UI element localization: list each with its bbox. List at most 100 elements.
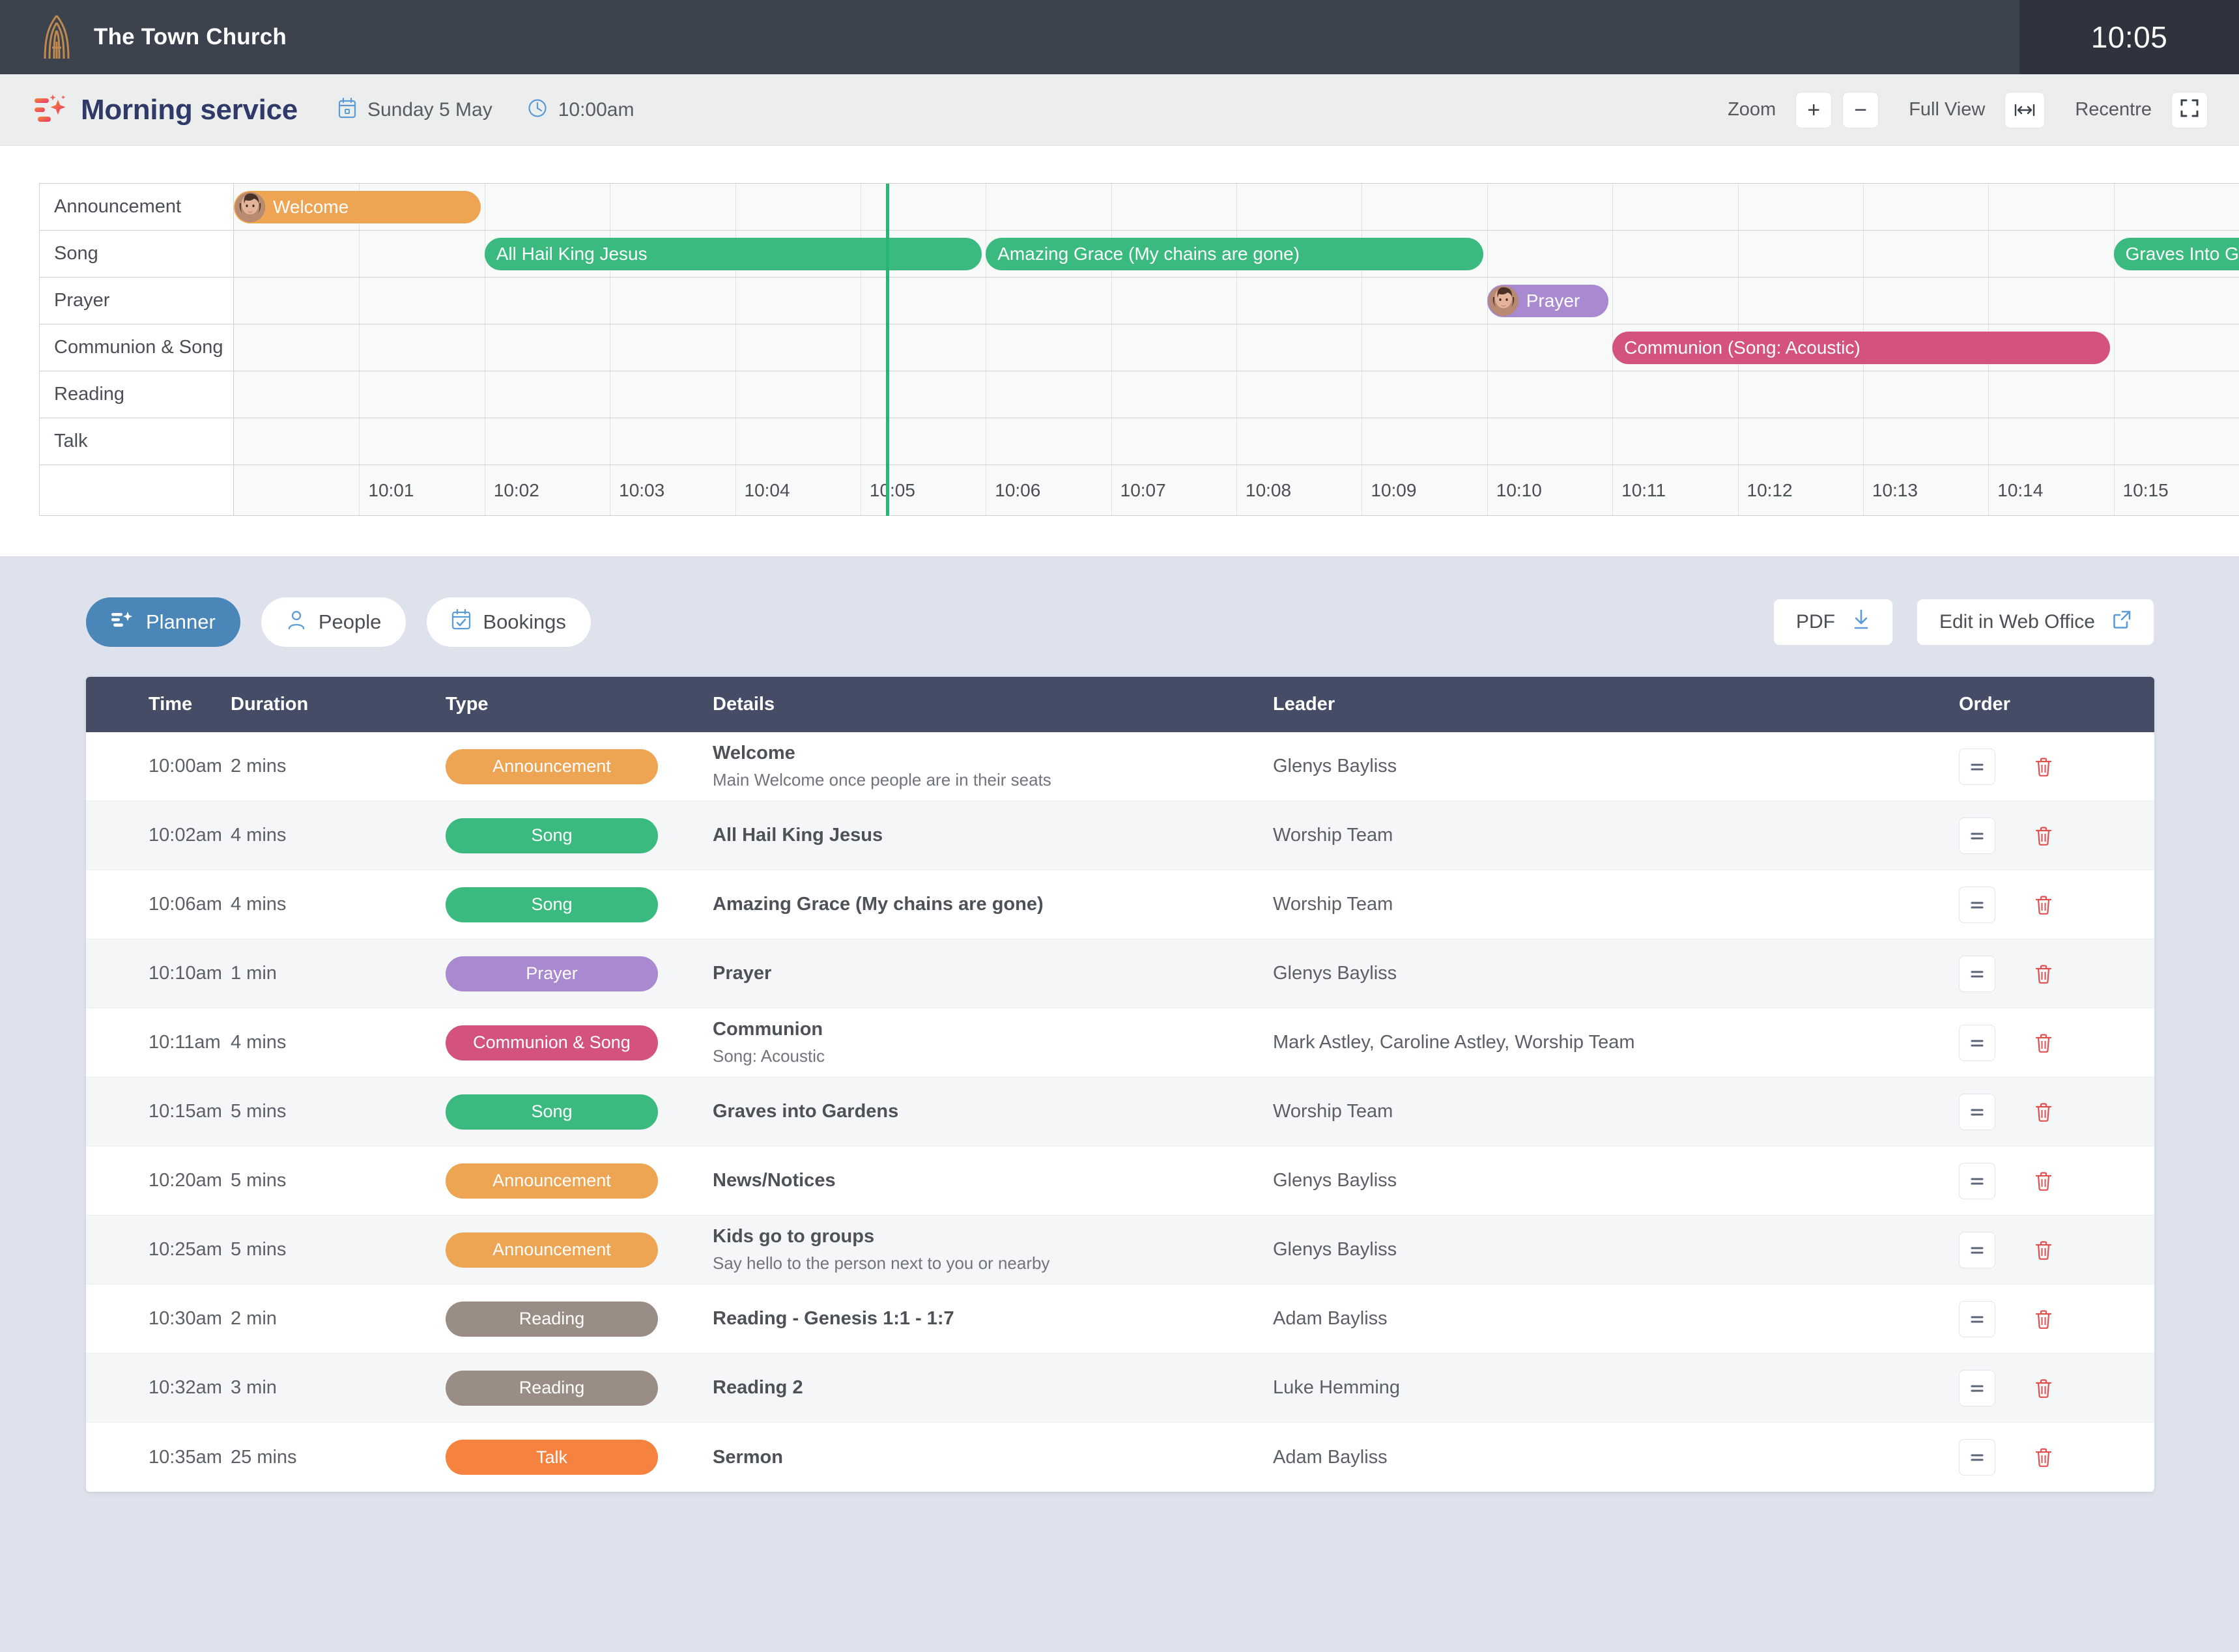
timeline-gridline: [735, 324, 736, 371]
table-row[interactable]: 10:30am 2 min Reading Reading - Genesis 1:1…: [86, 1285, 2154, 1354]
table-row[interactable]: 10:00am 2 mins Announcement Welcome Main Wel…: [86, 732, 2154, 801]
zoom-in-button[interactable]: +: [1795, 91, 1833, 128]
drag-handle-icon[interactable]: [1959, 886, 1995, 923]
details-title: Prayer: [713, 963, 772, 984]
trash-icon[interactable]: [2029, 1165, 2058, 1197]
timeline-axis-tick: 10:06: [995, 479, 1041, 500]
timeline-gridline: [1737, 231, 1739, 277]
pdf-button[interactable]: PDF: [1773, 599, 1893, 646]
recentre-button[interactable]: [2171, 91, 2208, 128]
timeline-bar[interactable]: Amazing Grace (My chains are gone): [986, 238, 1483, 270]
timeline-track[interactable]: All Hail King Jesus Amazing Grace (My cha…: [234, 231, 2239, 277]
timeline-bar[interactable]: All Hail King Jesus: [484, 238, 982, 270]
cell-type: Announcement: [446, 1232, 713, 1268]
edit-web-office-button[interactable]: Edit in Web Office: [1916, 599, 2154, 646]
drag-handle-icon[interactable]: [1959, 748, 1995, 785]
cell-type: Reading: [446, 1301, 713, 1337]
clock-time: 10:05: [2090, 20, 2168, 54]
timeline-gridline: [1487, 418, 1488, 464]
type-badge: Announcement: [446, 1163, 658, 1199]
details-subtitle: Say hello to the person next to you or n…: [713, 1253, 1050, 1273]
timeline-track[interactable]: Welcome: [234, 184, 2239, 230]
brand: The Town Church: [0, 13, 287, 61]
timeline-gridline: [1236, 184, 1237, 230]
timeline-track[interactable]: [234, 371, 2239, 418]
timeline-gridline: [735, 371, 736, 418]
timeline-bar-label: Amazing Grace (My chains are gone): [997, 244, 1300, 264]
drag-handle-icon[interactable]: [1959, 1300, 1995, 1337]
full-view-button[interactable]: [2004, 91, 2046, 128]
timeline-gridline: [1236, 278, 1237, 324]
timeline-gridline: [1862, 371, 1864, 418]
cell-order: [1959, 955, 2154, 992]
trash-icon[interactable]: [2029, 1372, 2058, 1404]
drag-handle-icon[interactable]: [1959, 817, 1995, 854]
cell-duration: 4 mins: [231, 894, 287, 915]
timeline-axis-tick: 10:07: [1120, 479, 1166, 500]
table-row[interactable]: 10:10am 1 min Prayer Prayer Glenys Bayliss: [86, 939, 2154, 1008]
cell-time: 10:25am: [149, 1239, 222, 1260]
drag-handle-icon[interactable]: [1959, 1369, 1995, 1406]
trash-icon[interactable]: [2029, 1303, 2058, 1335]
timeline-gridline: [1111, 371, 1112, 418]
timeline-row-label: Prayer: [40, 278, 234, 324]
table-row[interactable]: 10:32am 3 min Reading Reading 2 Luke Hemming: [86, 1354, 2154, 1423]
drag-handle-icon[interactable]: [1959, 1231, 1995, 1268]
trash-icon[interactable]: [2029, 889, 2058, 921]
trash-icon[interactable]: [2029, 958, 2058, 990]
drag-handle-icon[interactable]: [1959, 955, 1995, 992]
tabs-row: Planner People Bookings PDF Edit in Web …: [0, 597, 2239, 647]
zoom-out-button[interactable]: −: [1842, 91, 1879, 128]
trash-icon[interactable]: [2029, 1027, 2058, 1059]
trash-icon[interactable]: [2029, 1096, 2058, 1128]
table-row[interactable]: 10:35am 25 mins Talk Sermon Adam Bayliss: [86, 1423, 2154, 1492]
timeline-axis-tick: 10:03: [619, 479, 665, 500]
timeline-gridline: [1988, 184, 1989, 230]
timeline-grid[interactable]: Announcement Welcome Song All Hail King Jes…: [39, 183, 2239, 516]
timeline-axis-corner: [40, 465, 234, 515]
trash-icon[interactable]: [2029, 1441, 2058, 1474]
external-link-icon: [2112, 610, 2132, 634]
cell-type: Song: [446, 887, 713, 922]
timeline-bar[interactable]: Prayer: [1487, 285, 1609, 317]
cell-time: 10:35am: [149, 1446, 222, 1468]
table-row[interactable]: 10:06am 4 mins Song Amazing Grace (My chain…: [86, 870, 2154, 939]
trash-icon[interactable]: [2029, 819, 2058, 852]
cell-details: Prayer: [713, 963, 1273, 984]
cell-time: 10:32am: [149, 1377, 222, 1398]
timeline-playhead[interactable]: [886, 184, 890, 516]
details-title: News/Notices: [713, 1170, 836, 1191]
table-row[interactable]: 10:15am 5 mins Song Graves into Gardens Wors…: [86, 1077, 2154, 1146]
tab-bookings[interactable]: Bookings: [427, 597, 591, 647]
timeline-track[interactable]: Communion (Song: Acoustic): [234, 324, 2239, 371]
cell-order: [1959, 1369, 2154, 1406]
drag-handle-icon[interactable]: [1959, 1024, 1995, 1061]
table-row[interactable]: 10:02am 4 mins Song All Hail King Jesus Wors…: [86, 801, 2154, 870]
timeline-row-label: Reading: [40, 371, 234, 418]
table-row[interactable]: 10:11am 4 mins Communion & Song Communion So…: [86, 1008, 2154, 1077]
trash-icon[interactable]: [2029, 1234, 2058, 1266]
trash-icon[interactable]: [2029, 750, 2058, 783]
type-badge: Talk: [446, 1440, 658, 1475]
timeline-gridline: [1988, 231, 1989, 277]
type-badge: Reading: [446, 1370, 658, 1406]
timeline-gridline: [1487, 184, 1488, 230]
drag-handle-icon[interactable]: [1959, 1162, 1995, 1199]
timeline-gridline: [1236, 371, 1237, 418]
download-icon: [1852, 609, 1870, 635]
drag-handle-icon[interactable]: [1959, 1439, 1995, 1475]
table-row[interactable]: 10:20am 5 mins Announcement News/Notices Gle…: [86, 1146, 2154, 1216]
timeline-bar[interactable]: Welcome: [234, 191, 481, 223]
table-row[interactable]: 10:25am 5 mins Announcement Kids go to grou…: [86, 1216, 2154, 1285]
tab-planner[interactable]: Planner: [86, 597, 240, 647]
timeline-bar[interactable]: Graves Into Gardens: [2113, 238, 2239, 270]
timeline-track[interactable]: [234, 418, 2239, 464]
timeline-bar[interactable]: Communion (Song: Acoustic): [1612, 332, 2110, 364]
details-title: Graves into Gardens: [713, 1101, 899, 1122]
timeline-gridline: [2113, 184, 2115, 230]
timeline-track[interactable]: Prayer: [234, 278, 2239, 324]
avatar: [235, 192, 265, 222]
cell-time: 10:10am: [149, 963, 222, 984]
tab-people[interactable]: People: [261, 597, 406, 647]
drag-handle-icon[interactable]: [1959, 1093, 1995, 1130]
